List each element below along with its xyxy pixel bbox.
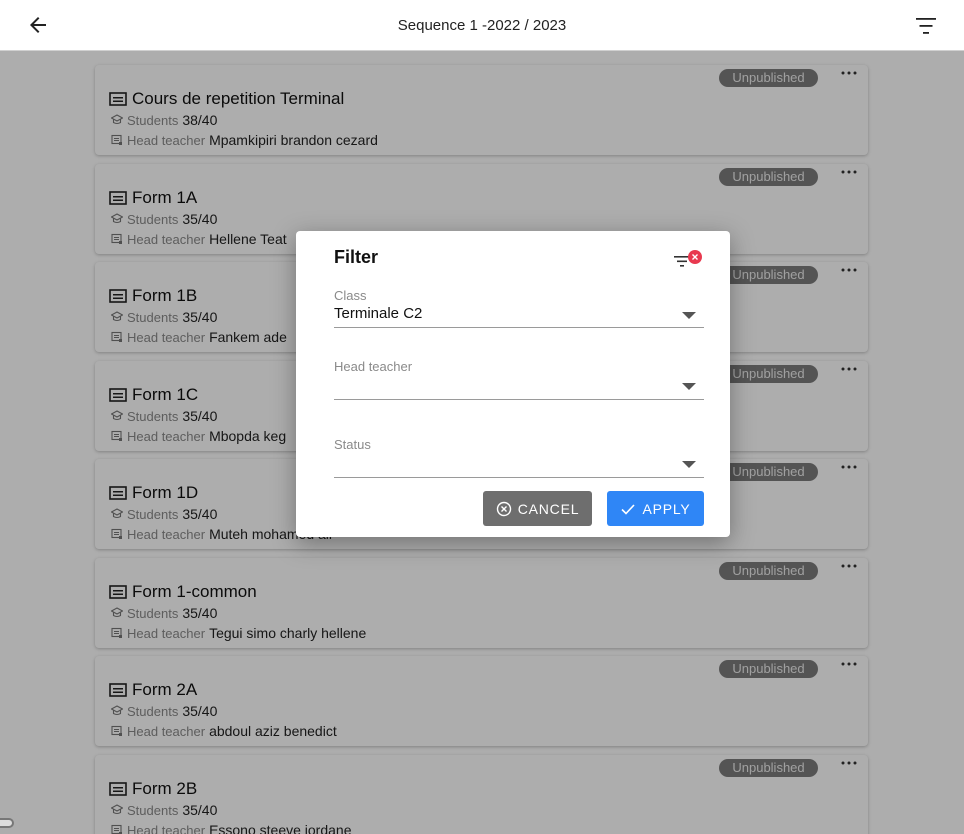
- field-underline: [334, 399, 704, 400]
- chevron-down-icon[interactable]: [682, 312, 696, 319]
- head-teacher-label: Head teacher: [334, 359, 413, 374]
- apply-button[interactable]: APPLY: [607, 491, 704, 526]
- page-title: Sequence 1 -2022 / 2023: [397, 16, 567, 34]
- filter-dialog: Filter Class Terminale C2 Head teacher S…: [296, 231, 730, 537]
- class-value: Terminale C2: [334, 305, 423, 322]
- cancel-circle-icon: [496, 501, 511, 516]
- scroll-handle[interactable]: [0, 818, 14, 828]
- filter-icon[interactable]: [914, 15, 938, 37]
- chevron-down-icon[interactable]: [682, 383, 696, 390]
- dialog-title: Filter: [334, 247, 379, 267]
- cancel-label: CANCEL: [517, 500, 580, 517]
- chevron-down-icon[interactable]: [682, 461, 696, 468]
- cancel-button[interactable]: CANCEL: [483, 491, 592, 526]
- status-label: Status: [334, 437, 371, 452]
- apply-label: APPLY: [642, 500, 691, 517]
- app-bar: Sequence 1 -2022 / 2023: [0, 0, 964, 51]
- arrow-left-icon[interactable]: [26, 13, 50, 37]
- field-underline: [334, 477, 704, 478]
- field-underline: [334, 327, 704, 328]
- head-teacher-select[interactable]: Head teacher: [334, 359, 704, 401]
- clear-filter-icon[interactable]: [670, 248, 704, 272]
- class-select[interactable]: Class Terminale C2: [334, 288, 704, 330]
- check-icon: [621, 503, 636, 515]
- status-select[interactable]: Status: [334, 437, 704, 479]
- class-label: Class: [334, 288, 367, 303]
